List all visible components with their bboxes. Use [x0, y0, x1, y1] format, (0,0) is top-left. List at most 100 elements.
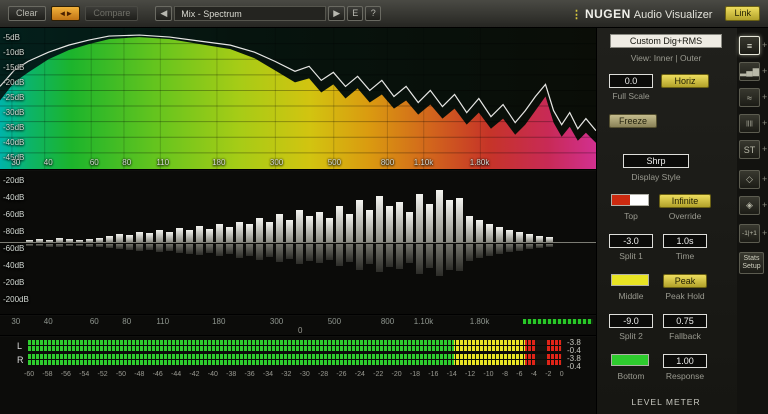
- compare-button[interactable]: Compare: [85, 6, 139, 21]
- split2-value[interactable]: -9.0: [609, 314, 653, 328]
- help-button[interactable]: ?: [365, 6, 382, 21]
- db-axis-label: -10dB: [3, 48, 25, 57]
- band-bar-up: [466, 216, 473, 242]
- add-correlation-view-button[interactable]: +: [762, 201, 767, 210]
- db-axis-label: -15dB: [3, 63, 25, 72]
- meter-scale-label: -30: [299, 371, 310, 378]
- link-button[interactable]: Link: [725, 6, 760, 21]
- db-axis-label: -35dB: [3, 123, 25, 132]
- freq-tick-label: 500: [327, 158, 342, 167]
- band-bar-up: [196, 226, 203, 242]
- ab-swap-button[interactable]: ◄►: [50, 6, 81, 21]
- control-sidebar: Custom Dig+RMS View: Inner | Outer 0.0 H…: [596, 28, 737, 414]
- band-bar-down: [56, 244, 63, 247]
- preset-play-button[interactable]: ▶: [328, 6, 346, 21]
- band-bar-up: [136, 232, 143, 242]
- middle-color-swatch[interactable]: [611, 274, 649, 286]
- meter-scale-label: -52: [97, 371, 108, 378]
- meter-scale-label: 0: [559, 371, 564, 378]
- level-meter-bar: [28, 340, 562, 345]
- add-meter-view-button[interactable]: +: [762, 41, 767, 50]
- level-meter-bar: [28, 354, 562, 359]
- band-bar-down: [286, 244, 293, 259]
- stereo-view-button[interactable]: ST: [739, 140, 760, 159]
- add-stereo-view-button[interactable]: +: [762, 145, 767, 154]
- meter-mode-select[interactable]: Custom Dig+RMS: [610, 34, 722, 48]
- band-bar-up: [506, 230, 513, 242]
- band-bar-up: [96, 238, 103, 242]
- peak-button[interactable]: Peak: [663, 274, 707, 288]
- band-bar-down: [146, 244, 153, 250]
- preset-prev-button[interactable]: ◀: [155, 6, 173, 21]
- band-bar-up: [426, 204, 433, 242]
- band-bar-down: [66, 244, 73, 246]
- top-color-swatch[interactable]: [611, 194, 649, 206]
- band-bar-up: [376, 196, 383, 242]
- split1-value[interactable]: -3.0: [609, 234, 653, 248]
- freeze-button[interactable]: Freeze: [609, 114, 657, 128]
- band-bar-down: [276, 244, 283, 262]
- band-bar-down: [176, 244, 183, 253]
- top-color-left: [612, 195, 630, 205]
- freq-tick-label: 80: [122, 158, 132, 167]
- meter-scale-label: -56: [60, 371, 71, 378]
- band-bar-down: [446, 244, 453, 270]
- full-scale-value[interactable]: 0.0: [609, 74, 653, 88]
- freq-tick-label: 60: [89, 317, 99, 326]
- preset-edit-button[interactable]: E: [347, 6, 364, 21]
- band-bar-down: [296, 244, 303, 264]
- meter-scale-label: -32: [281, 371, 292, 378]
- meter-scale-label: -42: [189, 371, 200, 378]
- add-histogram-view-button[interactable]: +: [762, 67, 767, 76]
- spectrum-view-button[interactable]: ||||: [739, 114, 760, 133]
- correlation-view-button[interactable]: ◈: [739, 196, 760, 215]
- view-rail: Stats Setup ≡ + ▂▄▆ + ≈ + |||| + ST + ◇ + ◈ + -1|+1 +: [737, 28, 768, 414]
- freq-tick-label: 110: [156, 158, 170, 167]
- histogram-view-button[interactable]: ▂▄▆: [739, 62, 760, 81]
- spectrum-panel: -5dB -10dB -15dB -20dB -25dB -30dB -35dB -40dB -…: [0, 28, 596, 170]
- brand-suffix: Audio Visualizer: [633, 8, 713, 21]
- display-style-value[interactable]: Shrp: [623, 154, 689, 168]
- band-bar-down: [246, 244, 253, 256]
- frequency-axis-row: 0 30 40 60 80 110 180 300 500 800 1.10k 1.80k: [0, 316, 596, 336]
- minus-plus-view-button[interactable]: -1|+1: [739, 224, 760, 243]
- preset-name-field[interactable]: Mix - Spectrum: [174, 6, 327, 21]
- horiz-button[interactable]: Horiz: [661, 74, 709, 88]
- band-bar-down: [76, 244, 83, 246]
- band-bar-up: [366, 210, 373, 242]
- band-bar-up: [236, 222, 243, 242]
- add-vectorscope-view-button[interactable]: +: [762, 175, 767, 184]
- add-minus-plus-view-button[interactable]: +: [762, 229, 767, 238]
- band-bar-up: [256, 218, 263, 242]
- freq-tick-label: 300: [269, 317, 284, 326]
- clear-button[interactable]: Clear: [8, 6, 46, 21]
- response-value[interactable]: 1.00: [663, 354, 707, 368]
- fallback-value[interactable]: 0.75: [663, 314, 707, 328]
- add-spectrum-view-button[interactable]: +: [762, 119, 767, 128]
- band-db-axis-label: -40dB: [3, 261, 25, 270]
- response-label: Response: [665, 371, 705, 381]
- meter-scale-label: -22: [373, 371, 384, 378]
- level-meter-fill: [28, 346, 536, 351]
- meter-scale-label: -26: [336, 371, 347, 378]
- bands-panel: -20dB -40dB -60dB -80dB -60dB -40dB -20dB -200d…: [0, 171, 596, 315]
- db-axis-label: -5dB: [3, 33, 20, 42]
- freq-tick-label: 1.10k: [413, 158, 434, 167]
- band-bar-down: [196, 244, 203, 255]
- waveform-view-button[interactable]: ≈: [739, 88, 760, 107]
- freq-tick-label: 30: [11, 317, 21, 326]
- nugen-logo-dots-icon: ⋮: [570, 8, 582, 21]
- add-waveform-view-button[interactable]: +: [762, 93, 767, 102]
- meter-scale-label: -16: [428, 371, 439, 378]
- override-button[interactable]: Infinite: [659, 194, 711, 208]
- band-bar-down: [356, 244, 363, 270]
- band-bar-up: [36, 239, 43, 242]
- time-value[interactable]: 1.0s: [663, 234, 707, 248]
- db-axis-label: -25dB: [3, 93, 25, 102]
- band-bar-down: [116, 244, 123, 249]
- meter-view-button[interactable]: ≡: [739, 36, 760, 55]
- vectorscope-view-button[interactable]: ◇: [739, 170, 760, 189]
- band-bar-down: [486, 244, 493, 256]
- stats-setup-button[interactable]: Stats Setup: [739, 252, 764, 274]
- bottom-color-swatch[interactable]: [611, 354, 649, 366]
